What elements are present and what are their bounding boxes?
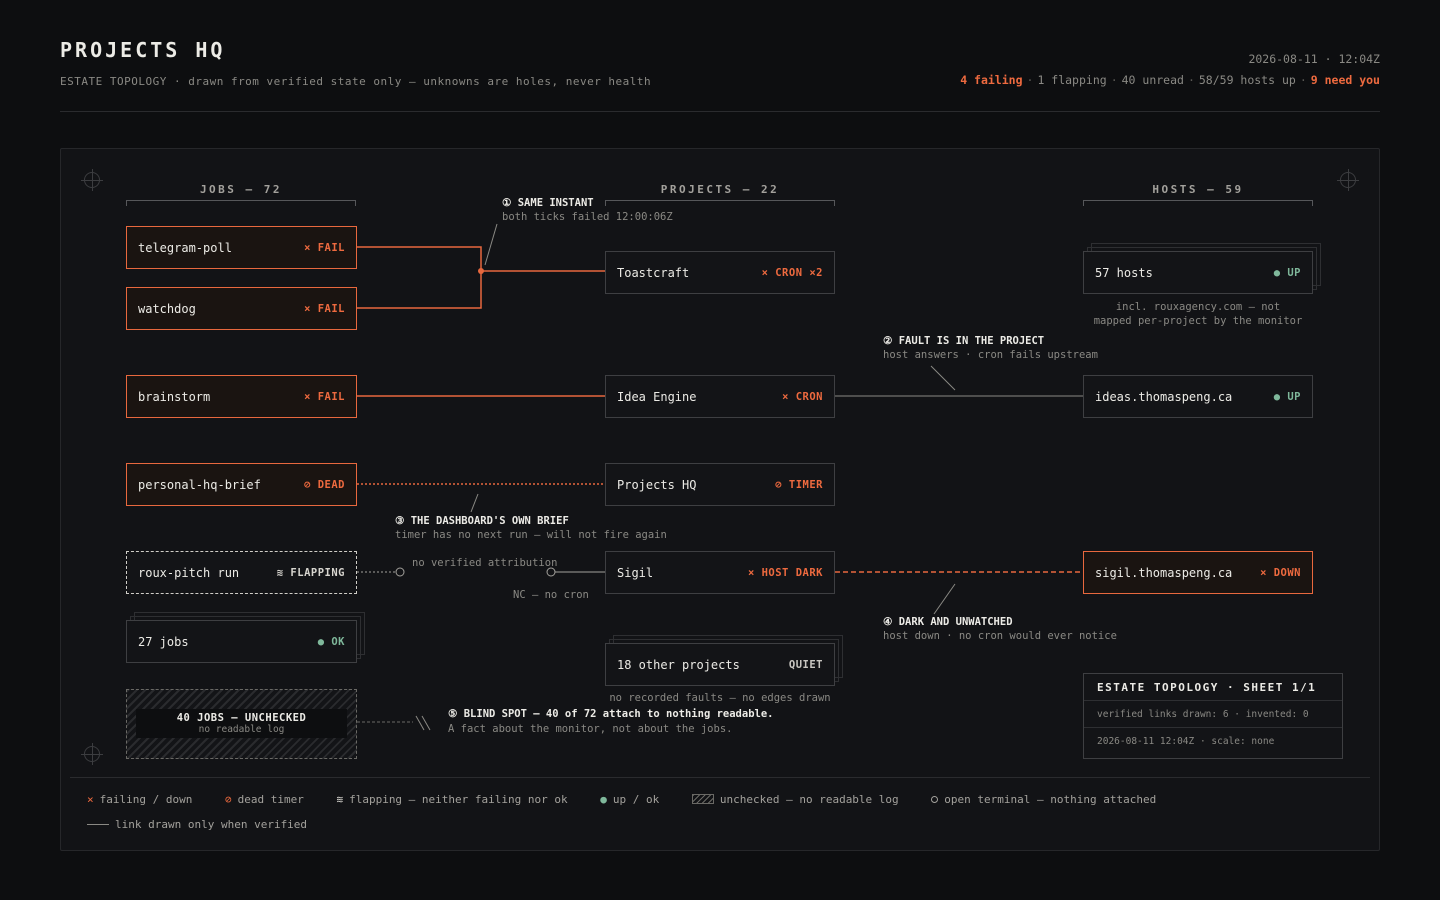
status-badge: × FAIL [304,302,345,315]
legend-dead: ⊘ dead timer [224,793,304,806]
flapping-icon: ≋ [336,793,344,806]
status-badge: × FAIL [304,241,345,254]
link-line-icon [87,824,109,825]
junction-dot [478,268,484,274]
status-badge: × HOST DARK [747,566,823,579]
cross-icon: × [87,793,94,806]
column-bracket [1083,200,1313,206]
status-badge: × DOWN [1260,566,1301,579]
up-dot-icon: ● [600,793,607,806]
status-badge: × FAIL [304,390,345,403]
job-watchdog[interactable]: watchdog × FAIL [126,287,357,330]
status-badge: ⊘ TIMER [775,478,823,491]
hatch-icon [691,794,714,804]
host-group-57[interactable]: 57 hosts ● UP [1083,251,1313,294]
legend-failing: × failing / down [87,793,193,806]
job-brainstorm[interactable]: brainstorm × FAIL [126,375,357,418]
leader-1 [484,223,498,266]
status-badge: QUIET [788,658,823,671]
status-badge: × CRON ×2 [761,266,823,279]
legend-divider [70,777,1370,778]
project-sigil[interactable]: Sigil × HOST DARK [605,551,835,594]
column-header-projects: PROJECTS — 22 [660,183,780,196]
project-group-18-other[interactable]: 18 other projects QUIET [605,643,835,686]
annotation-2: ② FAULT IS IN THE PROJECT host answers ·… [883,335,1098,361]
project-projects-hq[interactable]: Projects HQ ⊘ TIMER [605,463,835,506]
project-idea-engine[interactable]: Idea Engine × CRON [605,375,835,418]
edge-label-no-cron: NC — no cron [513,589,589,601]
legend-up: ● up / ok [600,793,660,806]
edge-label-no-attribution: no verified attribution [412,557,558,569]
annotation-1: ① SAME INSTANT both ticks failed 12:00:0… [502,197,673,223]
projects-note: no recorded faults — no edges drawn [609,692,831,704]
status-badge: × CRON [782,390,823,403]
job-telegram-poll[interactable]: telegram-poll × FAIL [126,226,357,269]
status-badge: ≋ FLAPPING [276,566,345,579]
sheet-meta: 2026-08-11 12:04Z · scale: none [1097,736,1275,747]
sheet-title: ESTATE TOPOLOGY · SHEET 1/1 [1084,674,1342,701]
break-icon [415,715,431,731]
legend-row-2: link drawn only when verified [87,818,307,831]
column-header-jobs: JOBS — 72 [199,183,283,196]
status-badge: ● UP [1273,390,1301,403]
project-toastcraft[interactable]: Toastcraft × CRON ×2 [605,251,835,294]
edge-telegram-poll [357,246,482,271]
unchecked-jobs[interactable]: 40 JOBS — UNCHECKED no readable log [126,689,357,759]
status-badge: ● OK [317,635,345,648]
leader-3 [470,493,479,513]
column-header-hosts: HOSTS — 59 [1152,183,1244,196]
annotation-5: ⑤ BLIND SPOT — 40 of 72 attach to nothin… [448,708,774,735]
sheet-title-block: ESTATE TOPOLOGY · SHEET 1/1 verified lin… [1083,673,1343,759]
job-group-27[interactable]: 27 jobs ● OK [126,620,357,663]
legend-row-1: × failing / down ⊘ dead timer ≋ flapping — … [87,793,1156,806]
edge-watchdog [357,271,482,309]
topology-edges [357,223,1083,731]
job-roux-pitch-run[interactable]: roux-pitch run ≋ FLAPPING [126,551,357,594]
annotation-3: ③ THE DASHBOARD'S OWN BRIEF timer has no… [395,515,667,541]
legend-flapping: ≋ flapping — neither failing nor ok [336,793,568,806]
status-badge: ● UP [1273,266,1301,279]
leader-2 [930,365,956,391]
status-badge: ⊘ DEAD [304,478,345,491]
annotation-4: ④ DARK AND UNWATCHED host down · no cron… [883,616,1117,642]
host-ideas-thomaspeng[interactable]: ideas.thomaspeng.ca ● UP [1083,375,1313,418]
hosts-note: incl. rouxagency.com — not mapped per-pr… [1093,301,1303,327]
job-personal-hq-brief[interactable]: personal-hq-brief ⊘ DEAD [126,463,357,506]
dead-timer-icon: ⊘ [224,793,232,806]
host-sigil-thomaspeng[interactable]: sigil.thomaspeng.ca × DOWN [1083,551,1313,594]
open-terminal-icon [395,567,405,577]
open-terminal-icon [931,796,939,803]
legend-unchecked: unchecked — no readable log [691,793,899,806]
sheet-links: verified links drawn: 6 · invented: 0 [1084,701,1342,728]
column-bracket [126,200,356,206]
leader-4 [933,583,956,615]
legend-open: open terminal — nothing attached [931,793,1156,806]
